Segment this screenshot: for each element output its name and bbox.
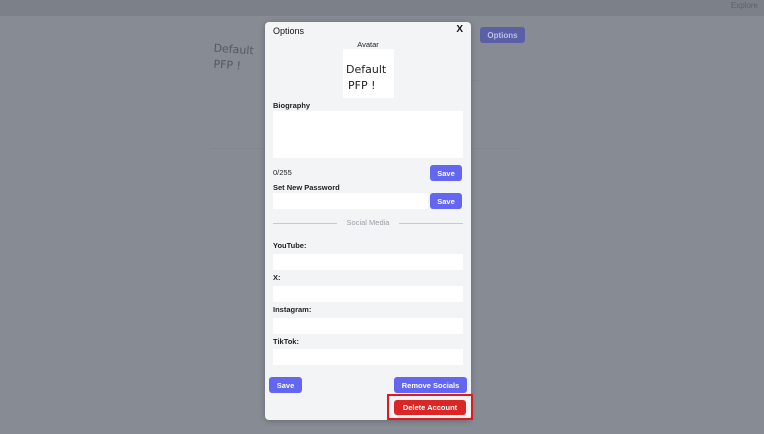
background-top-bar: Explore	[0, 0, 764, 16]
password-input[interactable]	[273, 193, 428, 209]
social-media-divider: Social Media	[273, 218, 463, 228]
youtube-input[interactable]	[273, 254, 463, 270]
biography-save-button[interactable]: Save	[430, 165, 462, 181]
background-avatar-line-1: Default	[213, 42, 255, 58]
tiktok-input[interactable]	[273, 349, 463, 365]
instagram-label: Instagram:	[273, 305, 312, 314]
avatar-line-1: Default	[346, 63, 387, 76]
remove-socials-button[interactable]: Remove Socials	[394, 377, 467, 393]
close-button[interactable]: X	[456, 24, 463, 35]
background-explore-link: Explore	[730, 1, 758, 10]
background-avatar: Default PFP !	[213, 42, 255, 73]
instagram-input[interactable]	[273, 318, 463, 334]
password-label: Set New Password	[273, 183, 340, 192]
biography-input[interactable]	[273, 111, 463, 158]
password-save-button[interactable]: Save	[430, 193, 462, 209]
avatar-drawing: Default PFP !	[346, 63, 387, 92]
options-modal: Options X Avatar Default PFP ! Biography…	[265, 22, 471, 420]
background-options-button: Options	[480, 27, 525, 43]
x-input[interactable]	[273, 286, 463, 302]
highlight-box	[387, 394, 473, 420]
divider-line-right	[399, 223, 463, 224]
save-socials-button[interactable]: Save	[269, 377, 302, 393]
modal-title: Options	[273, 26, 305, 36]
biography-label: Biography	[273, 101, 311, 110]
tiktok-label: TikTok:	[273, 337, 299, 346]
avatar-label: Avatar	[357, 40, 379, 49]
avatar-image[interactable]: Default PFP !	[343, 49, 394, 98]
x-label: X:	[273, 273, 281, 282]
youtube-label: YouTube:	[273, 241, 307, 250]
background-avatar-line-2: PFP !	[213, 58, 241, 73]
avatar-line-2: PFP !	[348, 79, 376, 92]
char-counter: 0/255	[273, 168, 292, 177]
